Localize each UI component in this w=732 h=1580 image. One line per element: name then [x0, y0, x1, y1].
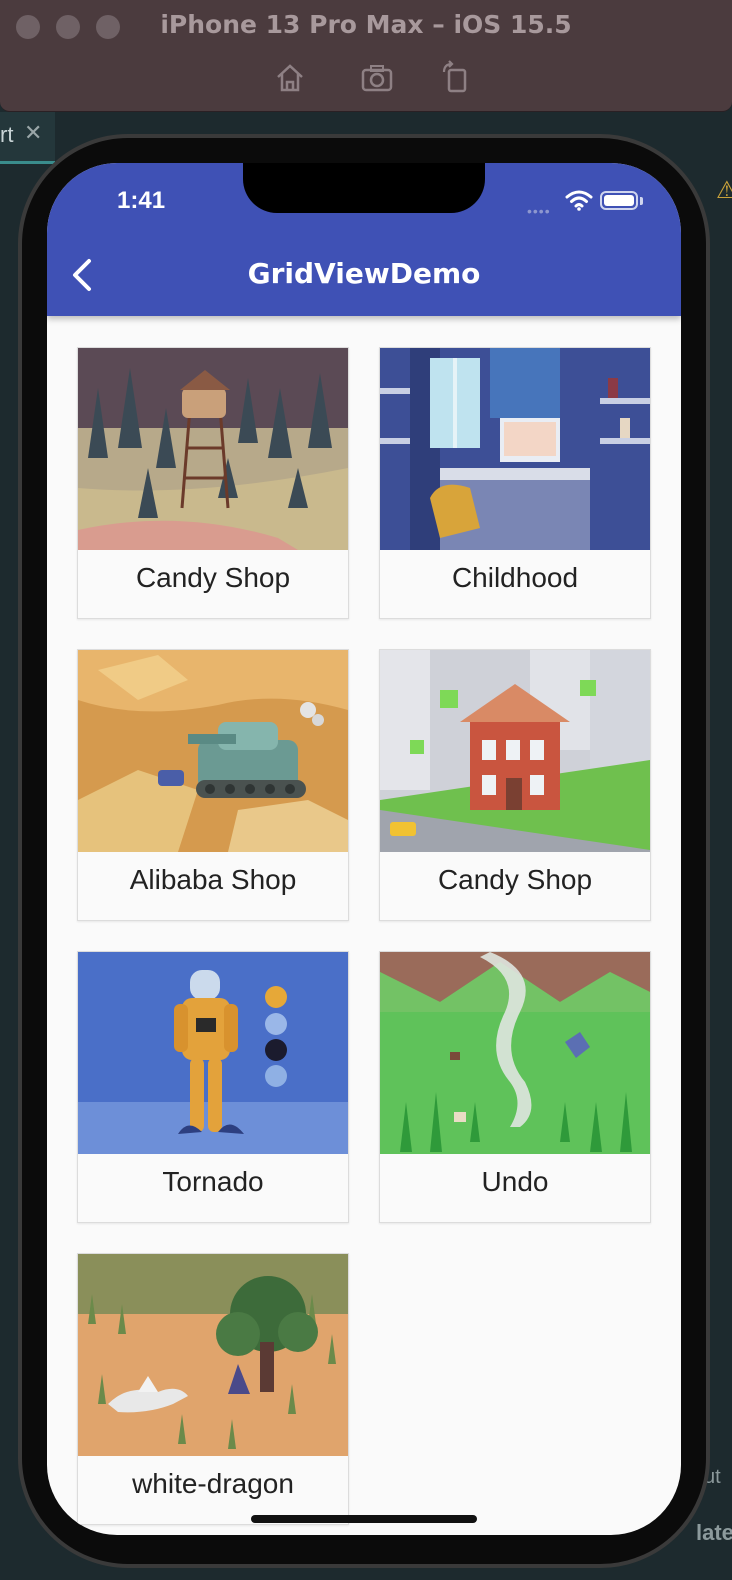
app-bar-title: GridViewDemo [247, 257, 481, 290]
grid-item[interactable]: Tornado [77, 951, 349, 1223]
simulator-title-bar: iPhone 13 Pro Max – iOS 15.5 [0, 0, 732, 112]
grid-item-image [78, 348, 348, 550]
grid-item-image [380, 650, 650, 852]
ide-text-fragment: later [696, 1520, 732, 1545]
grid-item-image [78, 650, 348, 852]
grid-item[interactable]: Candy Shop [379, 649, 651, 921]
cellular-signal-icon: •••• [527, 203, 551, 219]
wifi-icon [565, 190, 593, 211]
app-bar: 1:41 •••• GridViewDemo [47, 163, 681, 316]
grid-item-label: Childhood [451, 562, 579, 593]
notch [243, 163, 485, 213]
home-icon[interactable] [270, 58, 310, 98]
grid-item[interactable]: Undo [379, 951, 651, 1223]
grid-item-label: Alibaba Shop [129, 864, 297, 895]
close-icon[interactable]: ✕ [24, 120, 42, 146]
grid-item[interactable]: Alibaba Shop [77, 649, 349, 921]
grid-item-label: Candy Shop [437, 864, 593, 895]
grid-item-image [78, 952, 348, 1154]
battery-nub [640, 197, 643, 205]
grid-item-label: Tornado [162, 1166, 264, 1197]
grid-item[interactable]: white-dragon [77, 1253, 349, 1525]
phone-screen: 1:41 •••• GridViewDemo Candy Shop Childh… [47, 163, 681, 1535]
grid-item[interactable]: Candy Shop [77, 347, 349, 619]
editor-tab-label: rt [0, 122, 14, 147]
editor-tab[interactable]: rt ✕ [0, 112, 55, 164]
screenshot-icon[interactable] [357, 58, 397, 98]
warning-icon: ⚠ [716, 177, 732, 204]
grid-item-image [380, 348, 650, 550]
grid-item-label: Candy Shop [135, 562, 291, 593]
status-time: 1:41 [117, 187, 166, 214]
grid-item-image [380, 952, 650, 1154]
rotate-icon[interactable] [436, 58, 476, 98]
simulator-title: iPhone 13 Pro Max – iOS 15.5 [160, 10, 572, 39]
battery-icon [600, 191, 638, 210]
grid-item[interactable]: Childhood [379, 347, 651, 619]
grid-item-image [78, 1254, 348, 1456]
home-indicator [251, 1515, 477, 1523]
grid-item-label: white-dragon [132, 1468, 294, 1499]
grid-item-label: Undo [481, 1166, 549, 1197]
